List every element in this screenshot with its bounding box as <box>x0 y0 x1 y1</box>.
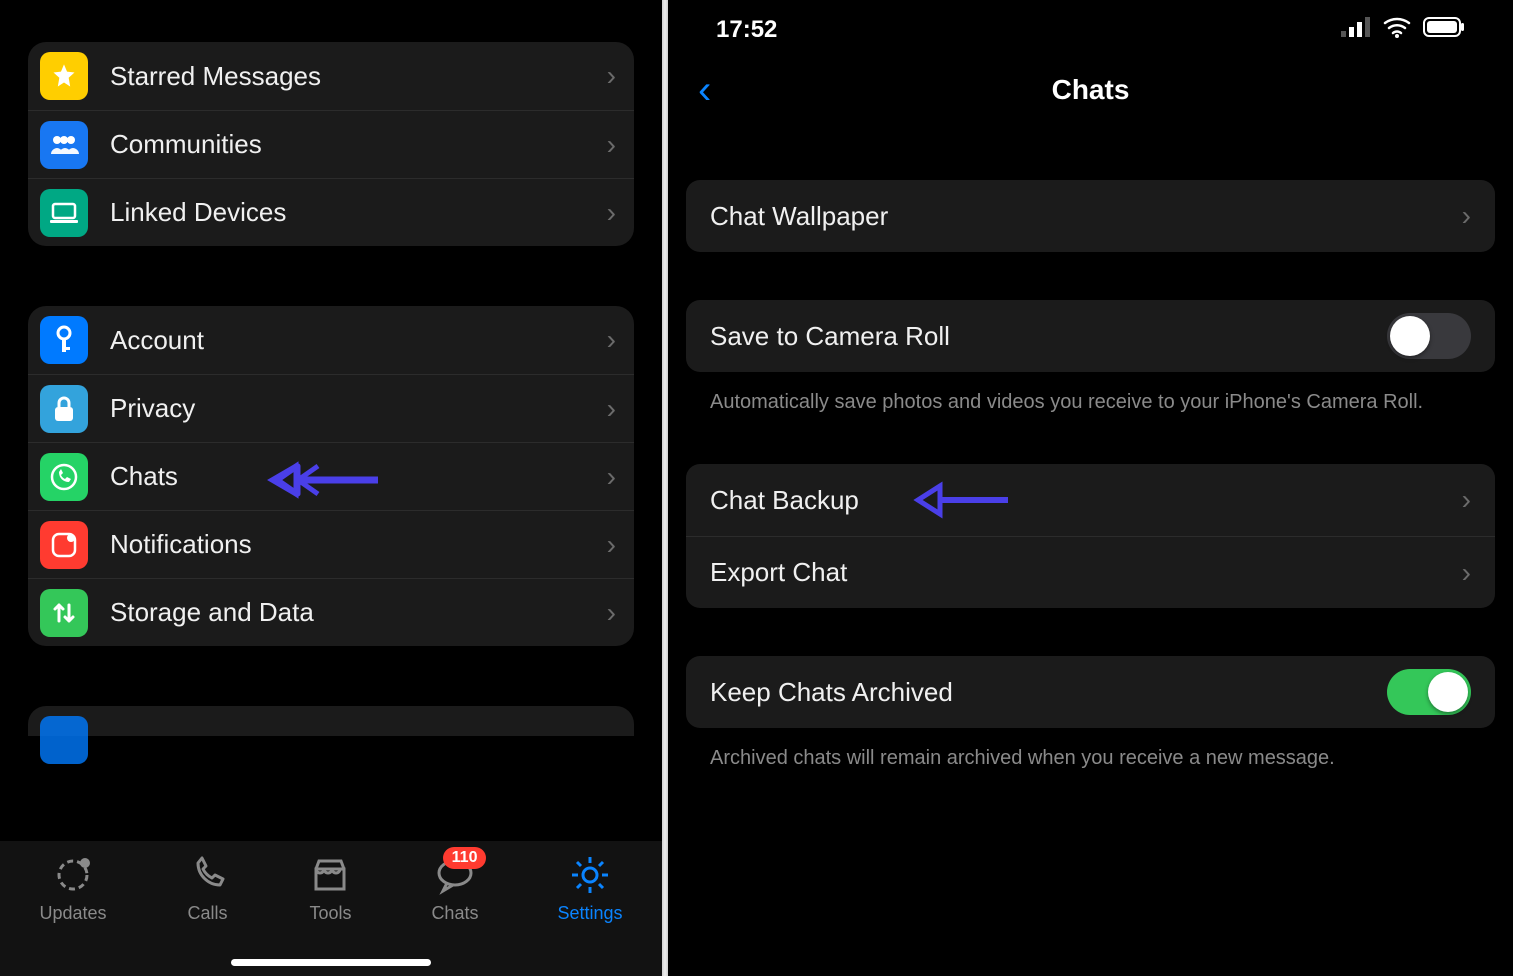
status-bar: 17:52 <box>686 0 1495 60</box>
row-label: Keep Chats Archived <box>710 677 953 708</box>
laptop-icon <box>40 189 88 237</box>
chevron-right-icon: › <box>607 461 616 493</box>
row-storage-data[interactable]: Storage and Data › <box>28 578 634 646</box>
tab-calls[interactable]: Calls <box>186 853 230 924</box>
row-label: Save to Camera Roll <box>710 321 950 352</box>
phone-icon <box>186 853 230 897</box>
tab-chats[interactable]: 110 Chats <box>431 853 478 924</box>
home-indicator <box>231 959 431 966</box>
gear-icon <box>568 853 612 897</box>
row-keep-chats-archived[interactable]: Keep Chats Archived <box>686 656 1495 728</box>
arrows-updown-icon <box>40 589 88 637</box>
chevron-right-icon: › <box>607 197 616 229</box>
group-wallpaper: Chat Wallpaper › <box>686 180 1495 252</box>
row-communities[interactable]: Communities › <box>28 110 634 178</box>
row-label: Chats <box>110 461 607 492</box>
row-notifications[interactable]: Notifications › <box>28 510 634 578</box>
row-label: Account <box>110 325 607 356</box>
tab-bar: Updates Calls Tools 110 Chats Settings <box>0 841 662 976</box>
row-label: Linked Devices <box>110 197 607 228</box>
tab-updates[interactable]: Updates <box>39 853 106 924</box>
settings-group-2: Account › Privacy › Chats › <box>28 306 634 646</box>
row-starred-messages[interactable]: Starred Messages › <box>28 42 634 110</box>
row-chat-wallpaper[interactable]: Chat Wallpaper › <box>686 180 1495 252</box>
chevron-right-icon: › <box>1462 557 1471 589</box>
toggle-keep-archived[interactable] <box>1387 669 1471 715</box>
settings-group-1: Starred Messages › Communities › Linked … <box>28 42 634 246</box>
row-label: Storage and Data <box>110 597 607 628</box>
row-label: Communities <box>110 129 607 160</box>
toggle-save-camera-roll[interactable] <box>1387 313 1471 359</box>
row-account[interactable]: Account › <box>28 306 634 374</box>
status-time: 17:52 <box>716 16 777 44</box>
row-export-chat[interactable]: Export Chat › <box>686 536 1495 608</box>
chats-settings-screen: 17:52 ‹ Chats Chat Wallpaper › <box>668 0 1513 976</box>
settings-screen: Starred Messages › Communities › Linked … <box>0 0 662 976</box>
row-label: Privacy <box>110 393 607 424</box>
tab-label: Calls <box>187 903 227 924</box>
footer-note: Archived chats will remain archived when… <box>686 728 1495 772</box>
chevron-right-icon: › <box>607 529 616 561</box>
back-button[interactable]: ‹ <box>698 68 711 113</box>
badge-count: 110 <box>443 847 487 869</box>
wifi-icon <box>1383 16 1411 45</box>
row-chats[interactable]: Chats › <box>28 442 634 510</box>
tab-settings[interactable]: Settings <box>557 853 622 924</box>
chevron-right-icon: › <box>607 597 616 629</box>
row-chat-backup[interactable]: Chat Backup › <box>686 464 1495 536</box>
lock-icon <box>40 385 88 433</box>
row-label: Notifications <box>110 529 607 560</box>
notification-icon <box>40 521 88 569</box>
storefront-icon <box>308 853 352 897</box>
group-keep-archived: Keep Chats Archived <box>686 656 1495 728</box>
star-icon <box>40 52 88 100</box>
updates-icon <box>51 853 95 897</box>
chevron-right-icon: › <box>607 324 616 356</box>
nav-bar: ‹ Chats <box>686 60 1495 120</box>
row-label: Export Chat <box>710 557 847 588</box>
tab-label: Chats <box>431 903 478 924</box>
settings-group-partial <box>28 706 634 736</box>
tab-label: Settings <box>557 903 622 924</box>
people-icon <box>40 121 88 169</box>
row-linked-devices[interactable]: Linked Devices › <box>28 178 634 246</box>
chevron-right-icon: › <box>607 60 616 92</box>
cellular-icon <box>1341 16 1371 44</box>
chevron-right-icon: › <box>607 129 616 161</box>
key-icon <box>40 316 88 364</box>
whatsapp-icon <box>40 453 88 501</box>
chevron-right-icon: › <box>1462 200 1471 232</box>
partial-icon <box>40 716 88 764</box>
group-backup-export: Chat Backup › Export Chat › <box>686 464 1495 608</box>
battery-icon <box>1423 16 1465 44</box>
row-label: Starred Messages <box>110 61 607 92</box>
row-save-camera-roll[interactable]: Save to Camera Roll <box>686 300 1495 372</box>
row-label: Chat Wallpaper <box>710 201 888 232</box>
footer-note: Automatically save photos and videos you… <box>686 372 1495 416</box>
tab-label: Updates <box>39 903 106 924</box>
row-label: Chat Backup <box>710 485 859 516</box>
chevron-right-icon: › <box>607 393 616 425</box>
tab-label: Tools <box>309 903 351 924</box>
chevron-right-icon: › <box>1462 484 1471 516</box>
tab-tools[interactable]: Tools <box>308 853 352 924</box>
page-title: Chats <box>1052 74 1130 106</box>
row-privacy[interactable]: Privacy › <box>28 374 634 442</box>
group-save-roll: Save to Camera Roll <box>686 300 1495 372</box>
